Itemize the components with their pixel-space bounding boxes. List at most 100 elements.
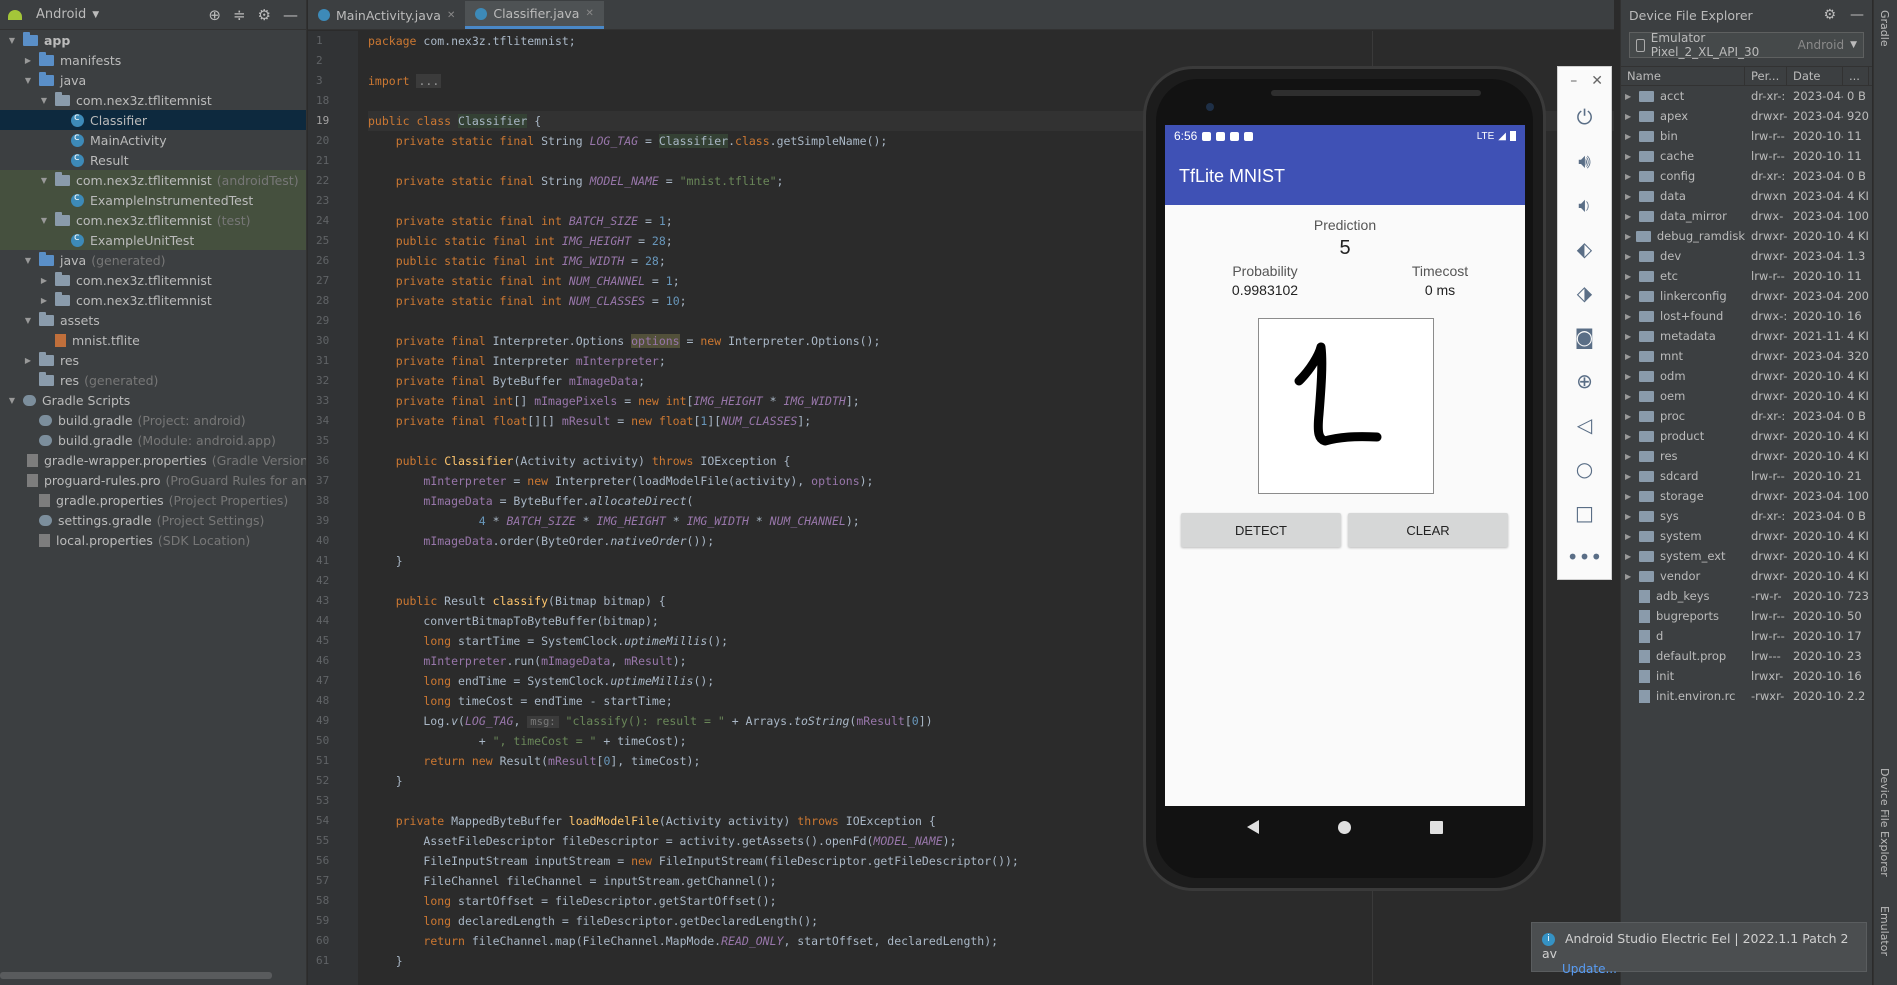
file-row[interactable]: ▶ data drwxn 2023-04- 4 KI (1621, 186, 1872, 206)
chevron-right-icon[interactable]: ▶ (1625, 532, 1635, 541)
chevron-right-icon[interactable]: ▶ (1625, 452, 1635, 461)
drawing-canvas[interactable] (1258, 318, 1434, 494)
chevron-down-icon[interactable]: ▼ (38, 176, 50, 185)
tree-item[interactable]: ▼ com.nex3z.tflitemnist (0, 90, 306, 110)
tree-item[interactable]: MainActivity (0, 130, 306, 150)
emulator-tool-tab[interactable]: Emulator (1878, 906, 1891, 956)
chevron-right-icon[interactable]: ▶ (1625, 332, 1635, 341)
tree-item[interactable]: ▼ Gradle Scripts (0, 390, 306, 410)
close-icon[interactable]: ✕ (585, 8, 593, 19)
chevron-right-icon[interactable]: ▶ (1625, 492, 1635, 501)
gear-icon[interactable]: ⚙ (1823, 7, 1836, 23)
chevron-down-icon[interactable]: ▼ (22, 316, 34, 325)
chevron-right-icon[interactable]: ▶ (1625, 432, 1635, 441)
chevron-right-icon[interactable]: ▶ (1625, 512, 1635, 521)
chevron-right-icon[interactable]: ▶ (1625, 292, 1635, 301)
home-icon[interactable]: ○ (1558, 447, 1611, 491)
horizontal-scrollbar[interactable] (0, 972, 272, 979)
chevron-right-icon[interactable]: ▶ (1625, 152, 1635, 161)
camera-icon[interactable]: ◙ (1558, 315, 1611, 359)
file-row[interactable]: bugreports lrw-r-- 2020-10- 50 (1621, 606, 1872, 626)
chevron-down-icon[interactable]: ▼ (6, 36, 18, 45)
tree-item[interactable]: gradle-wrapper.properties (Gradle Version… (0, 450, 306, 470)
back-icon[interactable]: ◁ (1558, 403, 1611, 447)
file-row[interactable]: ▶ dev drwxr- 2023-04- 1.3 (1621, 246, 1872, 266)
tree-item[interactable]: local.properties (SDK Location) (0, 530, 306, 550)
volume-up-icon[interactable]: 🔊︎ (1558, 139, 1611, 183)
file-row[interactable]: init.environ.rc -rwxr- 2020-10- 2.2 (1621, 686, 1872, 706)
gear-icon[interactable]: ⚙ (258, 6, 271, 24)
locate-icon[interactable]: ⊕ (208, 6, 221, 24)
chevron-right-icon[interactable]: ▶ (1625, 172, 1635, 181)
tree-item[interactable]: ▼ assets (0, 310, 306, 330)
tree-item[interactable]: ▼ app (0, 30, 306, 50)
chevron-right-icon[interactable]: ▶ (1625, 112, 1635, 121)
file-row[interactable]: ▶ data_mirror drwx- 2023-04- 100 (1621, 206, 1872, 226)
recents-icon[interactable] (1430, 820, 1444, 834)
file-row[interactable]: ▶ bin lrw-r-- 2020-10- 11 (1621, 126, 1872, 146)
file-row[interactable]: ▶ storage drwxr- 2023-04- 100 (1621, 486, 1872, 506)
file-row[interactable]: ▶ system_ext drwxr- 2020-10- 4 KI (1621, 546, 1872, 566)
file-row[interactable]: ▶ linkerconfig drwxr- 2023-04- 200 (1621, 286, 1872, 306)
tree-item[interactable]: res (generated) (0, 370, 306, 390)
tab-classifier[interactable]: Classifier.java ✕ (465, 1, 604, 29)
chevron-down-icon[interactable]: ▼ (38, 216, 50, 225)
rotate-left-icon[interactable]: ⬖ (1558, 227, 1611, 271)
chevron-right-icon[interactable]: ▶ (22, 56, 34, 65)
chevron-down-icon[interactable]: ▼ (6, 396, 18, 405)
file-row[interactable]: ▶ etc lrw-r-- 2020-10- 11 (1621, 266, 1872, 286)
close-icon[interactable]: ✕ (447, 10, 455, 21)
chevron-right-icon[interactable]: ▶ (1625, 472, 1635, 481)
tree-item[interactable]: mnist.tflite (0, 330, 306, 350)
gradle-tool-tab[interactable]: Gradle (1878, 10, 1891, 47)
tree-item[interactable]: Classifier (0, 110, 306, 130)
file-row[interactable]: init lrwxr- 2020-10- 16 (1621, 666, 1872, 686)
column-size[interactable]: ... (1843, 66, 1869, 86)
chevron-right-icon[interactable]: ▶ (1625, 352, 1635, 361)
file-row[interactable]: ▶ product drwxr- 2020-10- 4 KI (1621, 426, 1872, 446)
file-row[interactable]: ▶ oem drwxr- 2020-10- 4 KI (1621, 386, 1872, 406)
chevron-right-icon[interactable]: ▶ (1625, 132, 1635, 141)
chevron-right-icon[interactable]: ▶ (1625, 192, 1635, 201)
overview-icon[interactable]: □ (1558, 491, 1611, 535)
minimize-icon[interactable]: — (283, 6, 298, 24)
column-date[interactable]: Date (1787, 66, 1843, 86)
chevron-right-icon[interactable]: ▶ (1625, 392, 1635, 401)
chevron-right-icon[interactable]: ▶ (1625, 552, 1635, 561)
tree-item[interactable]: ▼ java (generated) (0, 250, 306, 270)
file-row[interactable]: ▶ apex drwxr- 2023-04- 920 (1621, 106, 1872, 126)
tree-item[interactable]: ▼ java (0, 70, 306, 90)
clear-button[interactable]: CLEAR (1348, 513, 1508, 547)
tree-item[interactable]: build.gradle (Module: android.app) (0, 430, 306, 450)
rotate-right-icon[interactable]: ⬗ (1558, 271, 1611, 315)
file-row[interactable]: ▶ res drwxr- 2020-10- 4 KI (1621, 446, 1872, 466)
tree-item[interactable]: ▶ com.nex3z.tflitemnist (0, 290, 306, 310)
tree-item[interactable]: ▶ manifests (0, 50, 306, 70)
file-row[interactable]: ▶ system drwxr- 2020-10- 4 KI (1621, 526, 1872, 546)
file-row[interactable]: ▶ cache lrw-r-- 2020-10- 11 (1621, 146, 1872, 166)
chevron-right-icon[interactable]: ▶ (22, 356, 34, 365)
tab-mainactivity[interactable]: MainActivity.java ✕ (308, 1, 465, 29)
tree-item[interactable]: ▼ com.nex3z.tflitemnist (androidTest) (0, 170, 306, 190)
minimize-icon[interactable]: — (1850, 7, 1864, 23)
tree-item[interactable]: ExampleInstrumentedTest (0, 190, 306, 210)
zoom-icon[interactable]: ⊕ (1558, 359, 1611, 403)
file-row[interactable]: default.prop lrw--- 2020-10- 23 (1621, 646, 1872, 666)
device-select[interactable]: Emulator Pixel_2_XL_API_30 Android ▼ (1629, 31, 1864, 59)
file-row[interactable]: ▶ acct dr-xr-: 2023-04- 0 B (1621, 86, 1872, 106)
update-link[interactable]: Update... (1562, 962, 1617, 976)
tree-item[interactable]: ▼ com.nex3z.tflitemnist (test) (0, 210, 306, 230)
file-row[interactable]: ▶ odm drwxr- 2020-10- 4 KI (1621, 366, 1872, 386)
back-icon[interactable] (1246, 820, 1259, 834)
phone-screen[interactable]: 6:56 LTE ◢ TfLite MNIST Prediction 5 Pro… (1165, 125, 1525, 806)
chevron-right-icon[interactable]: ▶ (1625, 312, 1635, 321)
chevron-right-icon[interactable]: ▶ (1625, 232, 1632, 241)
file-row[interactable]: ▶ lost+found drwx-: 2020-10- 16 (1621, 306, 1872, 326)
file-row[interactable]: ▶ sys dr-xr-: 2023-04- 0 B (1621, 506, 1872, 526)
tree-item[interactable]: ExampleUnitTest (0, 230, 306, 250)
chevron-right-icon[interactable]: ▶ (1625, 212, 1635, 221)
chevron-right-icon[interactable]: ▶ (38, 296, 50, 305)
chevron-down-icon[interactable]: ▼ (22, 76, 34, 85)
more-icon[interactable]: ••• (1558, 535, 1611, 579)
file-row[interactable]: ▶ debug_ramdisk drwxr- 2020-10- 4 KI (1621, 226, 1872, 246)
